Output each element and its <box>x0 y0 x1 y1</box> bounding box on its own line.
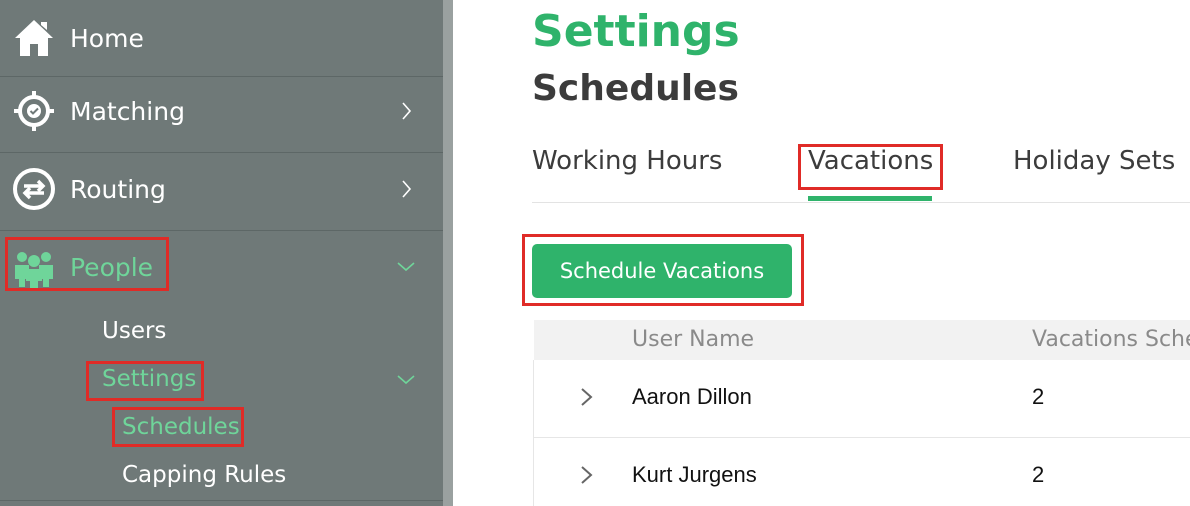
tabs-divider <box>532 202 1190 203</box>
chevron-down-icon <box>396 257 416 277</box>
column-header-user-name[interactable]: User Name <box>632 327 754 352</box>
sidebar-item-matching[interactable]: Matching <box>0 73 443 149</box>
page-subtitle: Schedules <box>532 68 739 109</box>
highlight-box-vacations-tab <box>798 144 943 190</box>
highlight-box-schedule-button <box>522 234 804 306</box>
chevron-down-icon <box>396 370 416 390</box>
sidebar-item-label: Routing <box>70 174 166 204</box>
highlight-box-settings <box>86 361 204 401</box>
sidebar-item-label: Home <box>70 23 144 53</box>
tab-working-hours[interactable]: Working Hours <box>532 146 722 176</box>
vacations-count-cell: 2 <box>1032 462 1045 487</box>
sidebar-subitem-capping-rules[interactable]: Capping Rules <box>122 462 286 488</box>
user-name-cell: Aaron Dillon <box>632 384 752 409</box>
sidebar-item-routing[interactable]: Routing <box>0 151 443 227</box>
routing-arrows-icon <box>12 167 56 211</box>
sidebar-subitem-users[interactable]: Users <box>102 318 166 344</box>
divider <box>0 500 443 501</box>
highlight-box-people <box>5 237 169 291</box>
expand-chevron-icon[interactable] <box>578 386 596 408</box>
vacations-count-cell: 2 <box>1032 384 1045 409</box>
sidebar: Home Matching Routing People Users Setti… <box>0 0 443 506</box>
target-icon <box>12 89 56 133</box>
sidebar-item-home[interactable]: Home <box>0 0 443 76</box>
expand-chevron-icon[interactable] <box>578 464 596 486</box>
sidebar-scrollbar[interactable] <box>443 0 453 506</box>
page-title: Settings <box>532 6 740 57</box>
table-row[interactable]: Kurt Jurgens 2 <box>534 438 1190 506</box>
active-tab-indicator <box>808 196 932 201</box>
table-row[interactable]: Aaron Dillon 2 <box>534 360 1190 438</box>
chevron-right-icon <box>396 179 416 199</box>
chevron-right-icon <box>396 101 416 121</box>
user-name-cell: Kurt Jurgens <box>632 462 757 487</box>
column-header-vacations-scheduled[interactable]: Vacations Sche <box>1032 327 1190 352</box>
sidebar-item-label: Matching <box>70 96 185 126</box>
home-icon <box>12 16 56 60</box>
highlight-box-schedules <box>112 407 244 447</box>
tab-holiday-sets[interactable]: Holiday Sets <box>1013 146 1175 176</box>
